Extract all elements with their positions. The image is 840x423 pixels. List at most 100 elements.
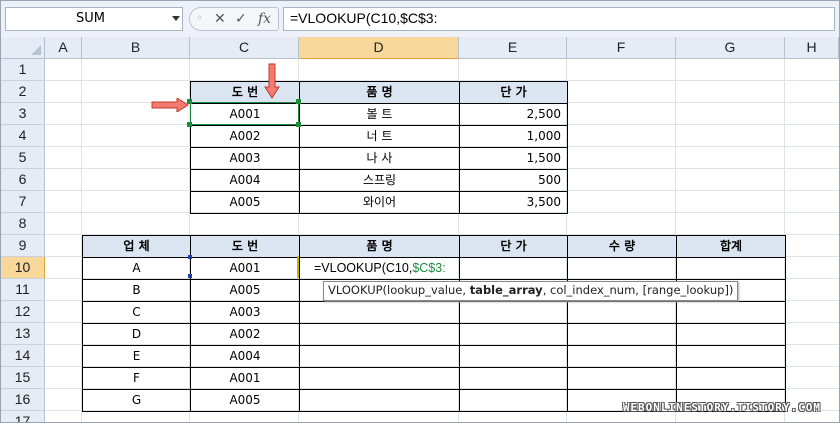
table2-cell[interactable] xyxy=(299,323,460,346)
table2-cell[interactable]: A005 xyxy=(190,389,300,412)
ref-handle[interactable] xyxy=(188,255,192,259)
table2-cell[interactable]: A003 xyxy=(190,301,300,324)
row-header-2[interactable]: 2 xyxy=(1,81,45,103)
table2-cell[interactable] xyxy=(567,323,677,346)
table2-cell[interactable] xyxy=(676,301,786,324)
cancel-icon[interactable]: ✕ xyxy=(214,11,226,27)
table2-cell[interactable] xyxy=(459,323,568,346)
table2-header-item[interactable]: 품 명 xyxy=(299,235,460,258)
table2-cell[interactable] xyxy=(299,345,460,368)
row-header-13[interactable]: 13 xyxy=(1,323,45,345)
table2-cell[interactable] xyxy=(459,301,568,324)
row-header-15[interactable]: 15 xyxy=(1,367,45,389)
table2-header-code[interactable]: 도 번 xyxy=(190,235,300,258)
row-header-16[interactable]: 16 xyxy=(1,389,45,411)
table2-cell[interactable] xyxy=(299,301,460,324)
function-arguments-tooltip[interactable]: VLOOKUP(lookup_value, table_array, col_i… xyxy=(323,281,739,301)
tooltip-suffix: , col_index_num, [range_lookup]) xyxy=(542,283,734,297)
table1-cell[interactable]: 1,500 xyxy=(459,147,568,170)
column-header-c[interactable]: C xyxy=(190,37,299,59)
table1-cell[interactable]: 2,500 xyxy=(459,103,568,126)
table2-cell[interactable] xyxy=(567,257,677,280)
table2-cell[interactable]: A001 xyxy=(190,257,300,280)
table2-cell[interactable] xyxy=(459,257,568,280)
table2-cell[interactable] xyxy=(676,367,786,390)
row-header-14[interactable]: 14 xyxy=(1,345,45,367)
column-header-h[interactable]: H xyxy=(785,37,839,59)
table2-cell[interactable] xyxy=(299,367,460,390)
range-handle[interactable] xyxy=(187,122,192,127)
tooltip-current-arg[interactable]: table_array xyxy=(470,283,543,297)
row-header-4[interactable]: 4 xyxy=(1,125,45,147)
table2-cell[interactable]: G xyxy=(82,389,191,412)
table2-cell[interactable] xyxy=(676,345,786,368)
enter-icon[interactable]: ✓ xyxy=(235,11,247,27)
range-handle[interactable] xyxy=(296,122,301,127)
table1-header-code[interactable]: 도 번 xyxy=(190,81,300,104)
row-header-8[interactable]: 8 xyxy=(1,213,45,235)
column-header-e[interactable]: E xyxy=(459,37,567,59)
table1-cell[interactable]: A003 xyxy=(190,147,300,170)
column-header-d[interactable]: D xyxy=(299,37,459,59)
table2-header-price[interactable]: 단 가 xyxy=(459,235,568,258)
range-handle[interactable] xyxy=(296,99,301,104)
column-header-a[interactable]: A xyxy=(45,37,82,59)
row-header-10[interactable]: 10 xyxy=(1,257,45,279)
table2-cell[interactable] xyxy=(567,301,677,324)
table2-header-total[interactable]: 합계 xyxy=(676,235,786,258)
table2-cell[interactable] xyxy=(567,345,677,368)
active-editing-cell[interactable]: =VLOOKUP(C10,$C$3: xyxy=(299,257,460,280)
table1-cell[interactable]: A004 xyxy=(190,169,300,192)
column-header-g[interactable]: G xyxy=(676,37,785,59)
column-header-b[interactable]: B xyxy=(82,37,190,59)
table2-cell[interactable]: A005 xyxy=(190,279,300,302)
table1-cell[interactable]: 3,500 xyxy=(459,191,568,214)
table1-cell[interactable]: 나 사 xyxy=(299,147,460,170)
table1-cell[interactable]: 볼 트 xyxy=(299,103,460,126)
row-header-17[interactable]: 17 xyxy=(1,411,45,422)
table1-cell[interactable]: A005 xyxy=(190,191,300,214)
insert-function-icon[interactable]: fx xyxy=(258,11,271,27)
table2-cell[interactable] xyxy=(459,389,568,412)
table2-cell[interactable] xyxy=(299,389,460,412)
row-header-6[interactable]: 6 xyxy=(1,169,45,191)
table1-header-price[interactable]: 단 가 xyxy=(459,81,568,104)
table2-cell[interactable]: B xyxy=(82,279,191,302)
table1-cell[interactable]: 와이어 xyxy=(299,191,460,214)
table1-cell[interactable]: 1,000 xyxy=(459,125,568,148)
table2-cell[interactable]: A xyxy=(82,257,191,280)
row-header-5[interactable]: 5 xyxy=(1,147,45,169)
row-header-12[interactable]: 12 xyxy=(1,301,45,323)
table2-cell[interactable]: A001 xyxy=(190,367,300,390)
row-header-9[interactable]: 9 xyxy=(1,235,45,257)
table2-cell[interactable]: E xyxy=(82,345,191,368)
table2-cell[interactable]: C xyxy=(82,301,191,324)
table2-header-qty[interactable]: 수 량 xyxy=(567,235,677,258)
right-arrow-icon xyxy=(151,98,189,112)
ref-handle[interactable] xyxy=(188,274,192,278)
table2-cell[interactable] xyxy=(459,345,568,368)
name-box[interactable]: SUM xyxy=(5,7,183,31)
table1-header-item[interactable]: 품 명 xyxy=(299,81,460,104)
table2-cell[interactable]: D xyxy=(82,323,191,346)
table2-cell[interactable]: F xyxy=(82,367,191,390)
chevron-down-icon[interactable] xyxy=(172,16,180,21)
table2-cell[interactable] xyxy=(676,257,786,280)
table2-cell[interactable]: A004 xyxy=(190,345,300,368)
table1-cell[interactable]: 스프링 xyxy=(299,169,460,192)
table2-header-vendor[interactable]: 업 체 xyxy=(82,235,191,258)
select-all-corner[interactable] xyxy=(1,37,45,59)
row-header-3[interactable]: 3 xyxy=(1,103,45,125)
table2-cell[interactable]: A002 xyxy=(190,323,300,346)
formula-input[interactable]: =VLOOKUP(C10,$C$3: xyxy=(283,7,835,31)
row-header-1[interactable]: 1 xyxy=(1,59,45,81)
row-header-11[interactable]: 11 xyxy=(1,279,45,301)
table1-cell[interactable]: 500 xyxy=(459,169,568,192)
table2-cell[interactable] xyxy=(459,367,568,390)
table1-cell[interactable]: A002 xyxy=(190,125,300,148)
column-header-f[interactable]: F xyxy=(567,37,676,59)
row-header-7[interactable]: 7 xyxy=(1,191,45,213)
table2-cell[interactable] xyxy=(676,323,786,346)
table1-cell[interactable]: 너 트 xyxy=(299,125,460,148)
table2-cell[interactable] xyxy=(567,367,677,390)
